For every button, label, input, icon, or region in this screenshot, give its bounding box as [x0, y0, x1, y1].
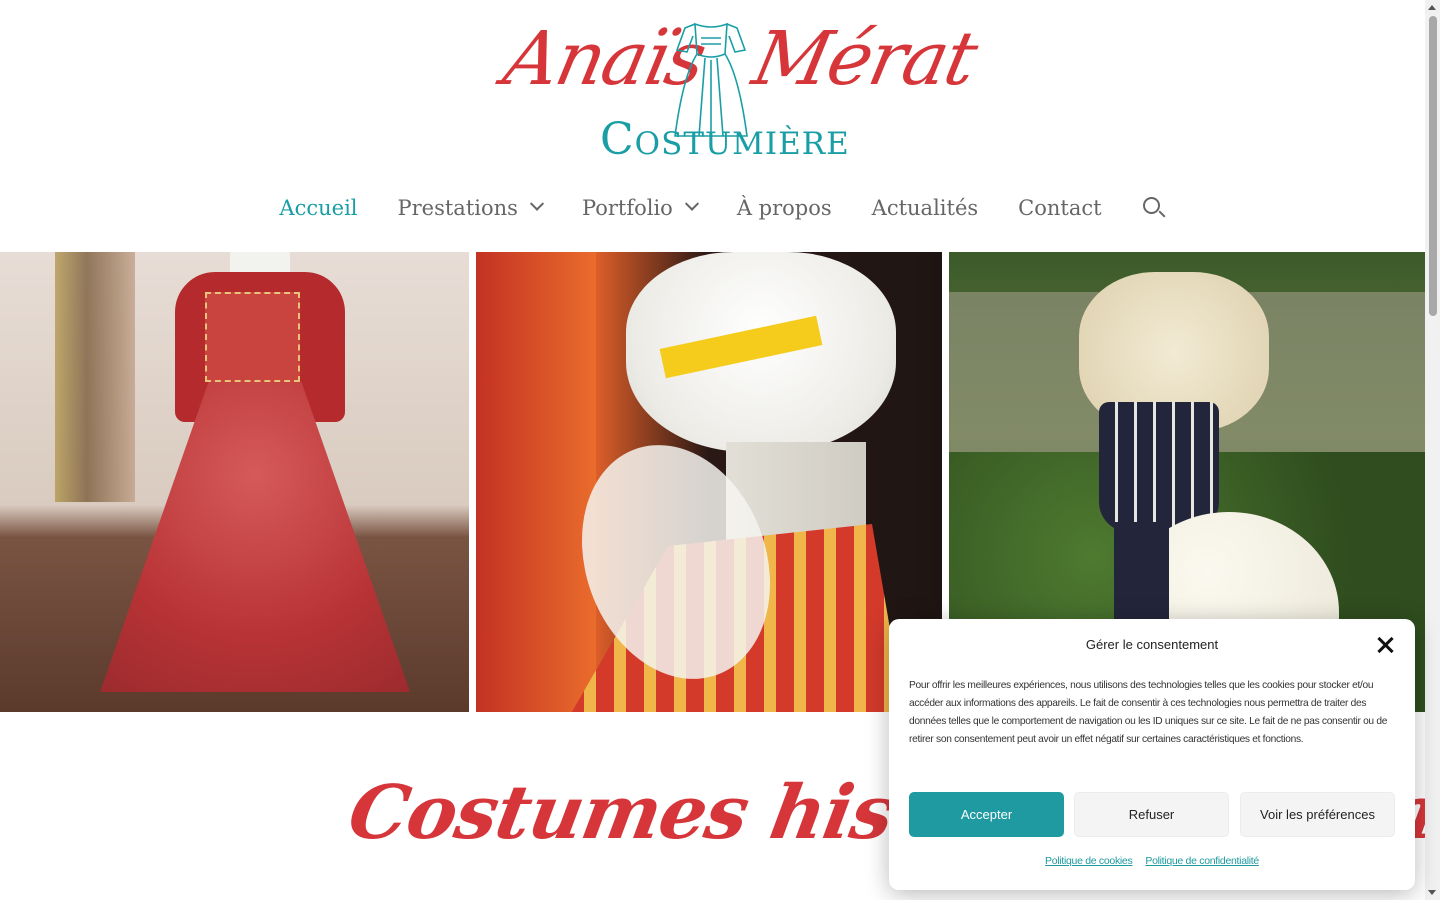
close-icon[interactable]	[1375, 635, 1395, 655]
page-scrollbar[interactable]	[1425, 0, 1440, 900]
logo-subtitle: Costumière	[600, 114, 850, 165]
search-icon[interactable]	[1142, 196, 1166, 220]
nav-item-actualites[interactable]: Actualités	[872, 196, 979, 220]
main-navigation: Accueil Prestations Portfolio À propos A…	[0, 188, 1425, 228]
accept-button[interactable]: Accepter	[909, 792, 1064, 837]
scroll-down-icon[interactable]	[1428, 890, 1436, 895]
nav-item-label: Portfolio	[581, 196, 673, 220]
nav-item-accueil[interactable]: Accueil	[279, 196, 357, 220]
nav-item-label: Actualités	[871, 196, 979, 220]
refuse-button[interactable]: Refuser	[1074, 792, 1229, 837]
consent-title: Gérer le consentement	[1085, 637, 1219, 652]
nav-item-label: À propos	[736, 196, 832, 220]
scroll-up-icon[interactable]	[1428, 5, 1436, 10]
nav-item-label: Contact	[1018, 196, 1102, 220]
chevron-down-icon[interactable]	[684, 196, 699, 211]
chevron-down-icon[interactable]	[529, 196, 545, 211]
nav-item-label: Prestations	[397, 196, 518, 220]
site-header: Anaïs Mérat Costumière Accueil Prestatio…	[0, 0, 1425, 252]
cookie-policy-link[interactable]: Politique de cookies	[1045, 855, 1133, 867]
nav-item-label: Accueil	[279, 196, 358, 220]
logo-last-name: Mérat	[745, 16, 983, 102]
gallery-photo-red-gown[interactable]	[0, 252, 469, 712]
scrollbar-thumb[interactable]	[1429, 16, 1437, 316]
nav-item-portfolio[interactable]: Portfolio	[581, 196, 699, 220]
nav-item-contact[interactable]: Contact	[1018, 196, 1101, 220]
consent-description: Pour offrir les meilleures expériences, …	[909, 680, 1388, 745]
privacy-policy-link[interactable]: Politique de confidentialité	[1145, 855, 1259, 867]
cookie-consent-dialog: Gérer le consentement Pour offrir les me…	[889, 619, 1415, 890]
nav-item-prestations[interactable]: Prestations	[397, 196, 545, 220]
site-logo[interactable]: Anaïs Mérat Costumière	[497, 14, 983, 165]
nav-item-a-propos[interactable]: À propos	[737, 196, 832, 220]
consent-links: Politique de cookies Politique de confid…	[889, 855, 1415, 867]
gallery-photo-cap-and-stays[interactable]	[476, 252, 942, 712]
view-preferences-button[interactable]: Voir les préférences	[1240, 792, 1395, 837]
